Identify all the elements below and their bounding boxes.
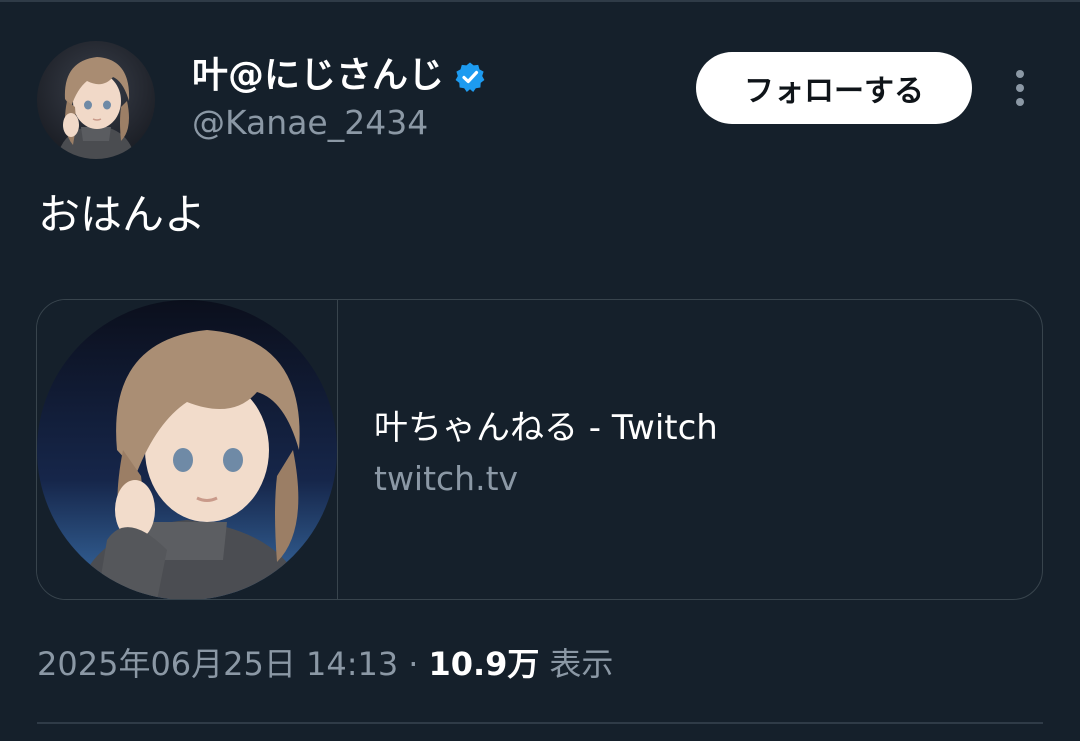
bottom-divider: [37, 722, 1043, 724]
author-avatar[interactable]: [37, 41, 155, 159]
top-divider: [0, 0, 1080, 2]
verified-badge-icon: [454, 60, 486, 92]
tweet-meta: 2025年06月25日 14:13 · 10.9万 表示: [37, 643, 613, 685]
views-count: 10.9万: [428, 645, 540, 683]
follow-button[interactable]: フォローする: [696, 52, 972, 124]
card-domain: twitch.tv: [374, 459, 519, 498]
more-dot: [1016, 98, 1024, 106]
meta-separator: ·: [408, 645, 419, 683]
card-title: 叶ちゃんねる - Twitch: [374, 408, 718, 448]
more-dot: [1016, 70, 1024, 78]
more-dot: [1016, 84, 1024, 92]
views-label: 表示: [549, 645, 614, 683]
link-preview-card[interactable]: 叶ちゃんねる - Twitch twitch.tv: [36, 299, 1043, 600]
tweet-text: おはんよ: [38, 190, 207, 239]
more-options-icon[interactable]: [1004, 66, 1036, 110]
tweet-timestamp[interactable]: 2025年06月25日 14:13: [37, 643, 398, 685]
display-name-text: 叶@にじさんじ: [192, 55, 445, 96]
tweet-detail-screen: 叶@にじさんじ @Kanae_2434 フォローする おはんよ 叶ちゃんねる -…: [0, 0, 1080, 741]
author-display-name[interactable]: 叶@にじさんじ: [192, 54, 486, 98]
card-thumbnail: [37, 300, 338, 599]
author-handle[interactable]: @Kanae_2434: [192, 102, 428, 144]
avatar-image: [37, 41, 155, 159]
